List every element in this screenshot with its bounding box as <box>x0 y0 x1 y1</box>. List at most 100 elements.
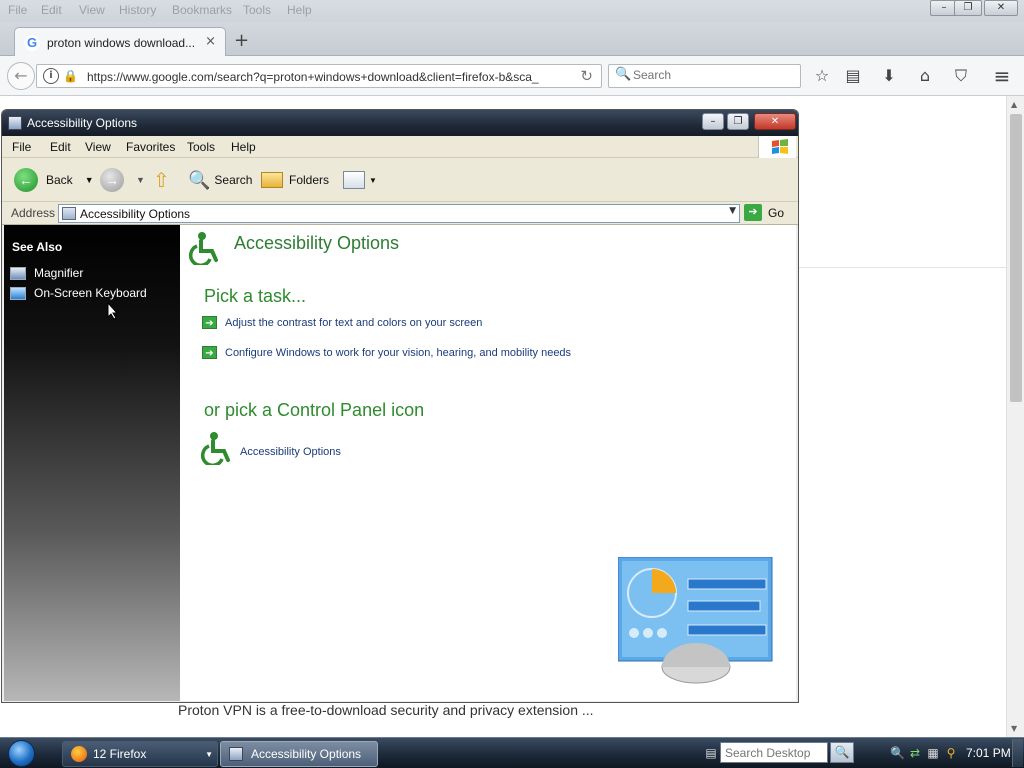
search-input[interactable] <box>633 68 793 82</box>
tray-magnifier-icon[interactable]: ⚲ <box>944 746 958 760</box>
start-button[interactable] <box>8 740 35 767</box>
pick-control-panel-icon-heading: or pick a Control Panel icon <box>204 400 425 420</box>
menu-favorites[interactable]: Favorites <box>126 140 175 154</box>
menu-file[interactable]: File <box>8 3 27 17</box>
menu-view[interactable]: View <box>85 140 111 154</box>
forward-dropdown-icon[interactable]: ▼ <box>136 175 145 185</box>
url-text[interactable]: https://www.google.com/search?q=proton+w… <box>87 70 547 84</box>
control-panel-icon <box>8 116 22 130</box>
page-title: Accessibility Options <box>234 233 400 253</box>
search-button[interactable]: 🔍 Search <box>188 166 252 194</box>
menu-bookmarks[interactable]: Bookmarks <box>172 3 232 17</box>
lock-icon: 🔒 <box>63 69 78 83</box>
menu-view[interactable]: View <box>79 3 105 17</box>
menu-edit[interactable]: Edit <box>50 140 71 154</box>
desktop-search-go-button[interactable]: 🔍 <box>830 742 854 763</box>
tray-network-icon[interactable]: ⇄ <box>908 746 922 760</box>
google-g-icon: G <box>24 35 40 51</box>
control-panel-illustration <box>618 557 773 684</box>
taskbar-firefox[interactable]: 12 Firefox ▼ <box>62 741 218 767</box>
menu-tools[interactable]: Tools <box>187 140 215 154</box>
search-label: Search <box>214 173 253 187</box>
search-icon: 🔍 <box>615 67 632 82</box>
views-button[interactable]: ▼ <box>343 166 377 194</box>
group-dropdown-icon[interactable]: ▼ <box>205 750 213 759</box>
clock[interactable]: 7:01 PM <box>966 746 1011 760</box>
navigation-toolbar: ← i 🔒 https://www.google.com/search?q=pr… <box>0 56 1024 96</box>
see-also-pane: See Also Magnifier On-Screen Keyboard <box>4 225 180 701</box>
taskbar-accessibility-options[interactable]: Accessibility Options <box>220 741 378 767</box>
views-icon <box>343 171 365 189</box>
accessibility-options-cp-icon[interactable] <box>200 431 234 465</box>
new-tab-button[interactable]: + <box>234 30 249 51</box>
scroll-up-icon[interactable]: ▲ <box>1011 100 1017 109</box>
go-button[interactable]: ➔ Go <box>744 204 784 221</box>
tray-keyboard-icon[interactable]: ▦ <box>926 746 940 760</box>
search-result-snippet[interactable]: Proton VPN is a free-to-download securit… <box>178 702 594 718</box>
tray-search-icon[interactable]: 🔍 <box>890 746 905 760</box>
show-desktop-button[interactable] <box>1012 739 1023 767</box>
go-arrow-icon: ➔ <box>744 204 762 221</box>
menu-history[interactable]: History <box>119 3 156 17</box>
accessibility-options-link[interactable]: Accessibility Options <box>240 446 341 458</box>
address-field[interactable]: Accessibility Options ▼ <box>58 204 740 223</box>
menu-help[interactable]: Help <box>231 140 256 154</box>
scroll-down-icon[interactable]: ▼ <box>1011 724 1017 733</box>
search-magnifier-icon: 🔍 <box>188 169 211 190</box>
bookmark-star-icon[interactable]: ☆ <box>812 66 832 86</box>
desktop-search-icon: ▤ <box>705 746 717 760</box>
address-dropdown-icon[interactable]: ▼ <box>729 206 736 216</box>
home-icon[interactable]: ⌂ <box>915 66 935 86</box>
on-screen-keyboard-link[interactable]: On-Screen Keyboard <box>10 286 147 300</box>
close-tab-icon[interactable]: × <box>205 34 216 49</box>
back-button[interactable]: ← Back ▼ <box>14 166 94 194</box>
control-panel-icon <box>229 747 243 761</box>
firefox-icon <box>71 746 87 762</box>
window-titlebar[interactable]: Accessibility Options – ❐ ✕ <box>2 110 798 136</box>
desktop-search-input[interactable] <box>720 742 828 763</box>
scrollbar-thumb[interactable] <box>1010 114 1022 402</box>
on-screen-keyboard-label: On-Screen Keyboard <box>34 286 147 300</box>
pocket-icon[interactable]: ⛉ <box>951 66 971 86</box>
reload-icon[interactable]: ↻ <box>580 67 593 85</box>
back-arrow-icon: ← <box>14 168 38 192</box>
bookmarks-list-icon[interactable]: ▤ <box>843 66 863 86</box>
back-button[interactable]: ← <box>7 62 35 90</box>
magnifier-link[interactable]: Magnifier <box>10 266 83 280</box>
downloads-icon[interactable]: ⬇ <box>879 66 899 86</box>
folders-button[interactable]: Folders <box>261 166 329 194</box>
task-adjust-contrast[interactable]: ➔ Adjust the contrast for text and color… <box>202 316 482 329</box>
forward-button[interactable]: → ▼ <box>100 166 145 194</box>
go-label: Go <box>768 205 785 220</box>
up-folder-button[interactable]: ⇧ <box>153 166 170 194</box>
address-value[interactable]: Accessibility Options <box>80 207 190 221</box>
minimize-button[interactable]: – <box>702 113 724 130</box>
views-dropdown-icon[interactable]: ▼ <box>369 176 377 185</box>
menu-file[interactable]: File <box>12 140 31 154</box>
search-box[interactable]: 🔍 <box>608 64 801 88</box>
maximize-button[interactable]: ❐ <box>727 113 749 130</box>
accessibility-options-window: Accessibility Options – ❐ ✕ File Edit Vi… <box>1 109 799 703</box>
tab-title: proton windows download... <box>47 36 196 50</box>
page-scrollbar[interactable]: ▲ ▼ <box>1006 96 1024 737</box>
back-dropdown-icon[interactable]: ▼ <box>85 175 94 185</box>
close-window-button[interactable]: ✕ <box>984 0 1018 16</box>
restore-button[interactable]: ❐ <box>954 0 982 16</box>
folders-label: Folders <box>289 173 330 187</box>
hamburger-menu-icon[interactable]: ≡ <box>992 66 1012 86</box>
close-button[interactable]: ✕ <box>754 113 796 130</box>
menu-edit[interactable]: Edit <box>41 3 62 17</box>
menu-tools[interactable]: Tools <box>243 3 271 17</box>
taskbar: 12 Firefox ▼ Accessibility Options ▤ 🔍 🔍… <box>0 737 1024 768</box>
address-label: Address <box>11 206 56 220</box>
up-folder-icon: ⇧ <box>153 169 170 192</box>
task-configure-windows[interactable]: ➔ Configure Windows to work for your vis… <box>202 346 571 359</box>
back-label: Back <box>46 173 73 187</box>
url-bar[interactable]: i 🔒 https://www.google.com/search?q=prot… <box>36 64 602 88</box>
tab-google-search[interactable]: G proton windows download... × <box>14 27 226 57</box>
menu-help[interactable]: Help <box>287 3 312 17</box>
info-icon[interactable]: i <box>43 68 59 84</box>
tab-strip: G proton windows download... × <box>0 22 1024 57</box>
task-adjust-contrast-label: Adjust the contrast for text and colors … <box>225 316 483 329</box>
taskbar-accessibility-label: Accessibility Options <box>251 747 362 761</box>
